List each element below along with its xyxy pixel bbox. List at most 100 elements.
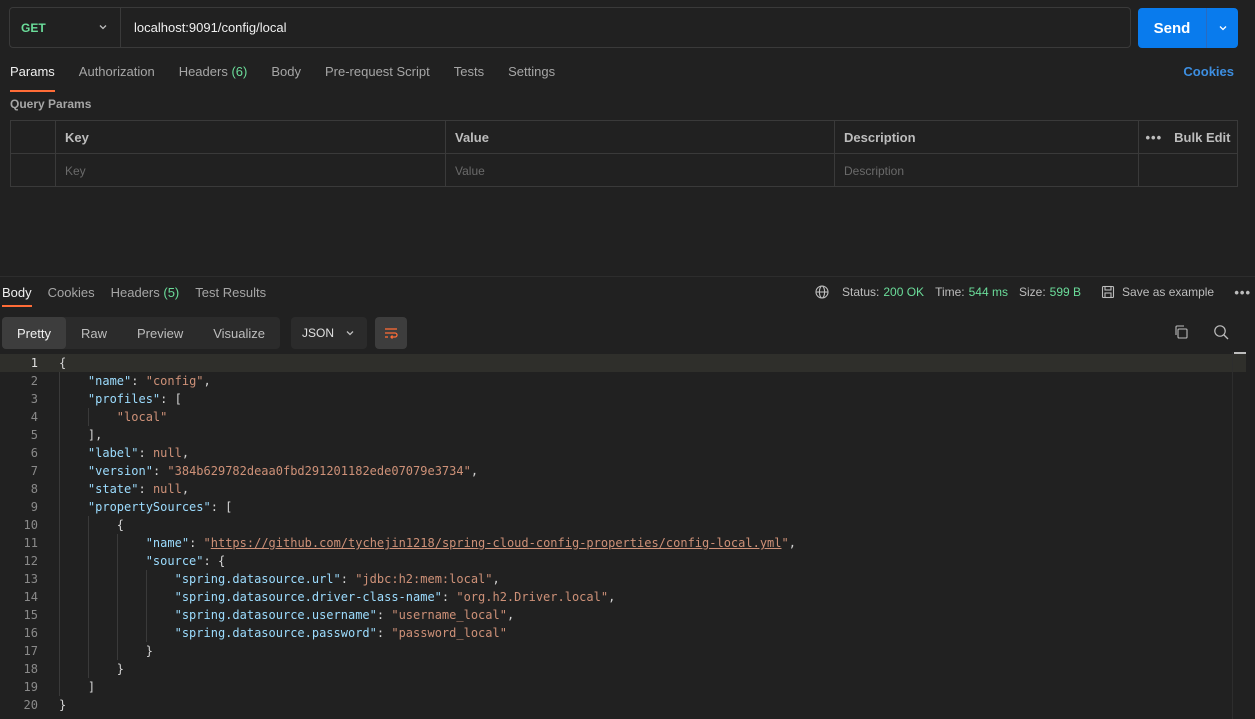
format-select[interactable]: JSON — [291, 317, 367, 349]
code-text: "version": "384b629782deaa0fbd291201182e… — [87, 464, 479, 478]
method-select[interactable]: GET — [10, 8, 121, 47]
tab-body[interactable]: Body — [271, 64, 301, 86]
code-line: 19 ] — [0, 678, 1246, 696]
tab-tests[interactable]: Tests — [454, 64, 484, 86]
chevron-down-icon — [345, 328, 355, 338]
globe-icon[interactable] — [815, 285, 829, 299]
line-number: 14 — [23, 590, 38, 604]
code-line: 1{ — [0, 354, 1246, 372]
code-line: 17 } — [0, 642, 1246, 660]
tab-visualize[interactable]: Visualize — [198, 317, 280, 349]
value-input[interactable]: Value — [446, 154, 835, 187]
method-label: GET — [21, 20, 46, 35]
line-number: 8 — [30, 482, 38, 496]
tab-pre-request-script[interactable]: Pre-request Script — [325, 64, 430, 86]
indent-guide — [59, 372, 60, 696]
code-line: 12 "source": { — [0, 552, 1246, 570]
save-as-example-button[interactable]: Save as example — [1122, 285, 1214, 299]
code-line: 8 "state": null, — [0, 480, 1246, 498]
url-link[interactable]: https://github.com/tychejin1218/spring-c… — [211, 536, 782, 550]
key-column-header: Key — [56, 121, 446, 153]
code-line: 5 ], — [0, 426, 1246, 444]
tab-response-body[interactable]: Body — [2, 285, 32, 307]
tab-preview[interactable]: Preview — [122, 317, 198, 349]
editor-scrollbar-track — [1232, 352, 1233, 719]
search-icon[interactable] — [1213, 324, 1229, 340]
indent-guide — [117, 534, 118, 660]
line-number: 6 — [30, 446, 38, 460]
format-tabs: Pretty Raw Preview Visualize — [2, 317, 281, 349]
code-line: 15 "spring.datasource.username": "userna… — [0, 606, 1246, 624]
line-number: 18 — [23, 662, 38, 676]
code-text: "state": null, — [87, 482, 190, 496]
code-line: 2 "name": "config", — [0, 372, 1246, 390]
response-tabs: Body Cookies Headers (5) Test Results — [2, 285, 282, 307]
response-more-icon[interactable]: ••• — [1234, 285, 1251, 300]
line-number: 17 — [23, 644, 38, 658]
line-number: 2 — [30, 374, 38, 388]
empty-cell — [1139, 154, 1237, 187]
tab-pretty[interactable]: Pretty — [2, 317, 66, 349]
code-text: "name": "config", — [87, 374, 211, 388]
code-text: "spring.datasource.password": "password_… — [174, 626, 507, 640]
indent-guide — [88, 516, 89, 678]
code-text: ] — [59, 680, 96, 694]
line-number: 13 — [23, 572, 38, 586]
format-select-value: JSON — [302, 326, 335, 340]
line-number: 4 — [30, 410, 38, 424]
line-number: 3 — [30, 392, 38, 406]
more-options-icon[interactable]: ••• — [1146, 130, 1163, 145]
status-value[interactable]: 200 OK — [883, 285, 924, 299]
code-text: "local" — [116, 410, 168, 424]
query-params-table: Key Value Description ••• Bulk Edit Key … — [10, 120, 1238, 187]
save-icon — [1101, 285, 1115, 299]
copy-icon[interactable] — [1173, 324, 1189, 340]
code-text: } — [59, 644, 153, 658]
description-input[interactable]: Description — [835, 154, 1139, 187]
tab-response-cookies[interactable]: Cookies — [48, 285, 95, 300]
tab-response-headers[interactable]: Headers (5) — [111, 285, 180, 300]
code-text: "spring.datasource.driver-class-name": "… — [174, 590, 616, 604]
tab-params[interactable]: Params — [10, 64, 55, 92]
code-line: 11 "name": "https://github.com/tychejin1… — [0, 534, 1246, 552]
tab-headers[interactable]: Headers (6) — [179, 64, 248, 86]
line-number: 15 — [23, 608, 38, 622]
code-text: } — [59, 698, 67, 712]
size-value[interactable]: 599 B — [1050, 285, 1081, 299]
code-text: "propertySources": [ — [87, 500, 233, 514]
cookies-link[interactable]: Cookies — [1183, 64, 1234, 79]
key-input[interactable]: Key — [56, 154, 446, 187]
value-column-header: Value — [446, 121, 835, 153]
code-text: "name": "https://github.com/tychejin1218… — [145, 536, 796, 550]
tab-test-results[interactable]: Test Results — [195, 285, 266, 300]
chevron-down-icon — [98, 22, 108, 32]
code-line: 9 "propertySources": [ — [0, 498, 1246, 516]
time-label: Time: — [935, 285, 965, 299]
send-options-chevron-icon[interactable] — [1207, 23, 1238, 33]
line-number: 5 — [30, 428, 38, 442]
request-tabs: Params Authorization Headers (6) Body Pr… — [10, 64, 579, 92]
code-text: { — [59, 356, 67, 370]
query-params-title: Query Params — [10, 97, 92, 111]
code-line: 6 "label": null, — [0, 444, 1246, 462]
send-button[interactable]: Send — [1138, 8, 1238, 48]
code-line: 16 "spring.datasource.password": "passwo… — [0, 624, 1246, 642]
response-body-editor[interactable]: 1{2 "name": "config", 3 "profiles": [4 "l… — [0, 352, 1255, 719]
code-text: ], — [59, 428, 103, 442]
indent-guide — [88, 408, 89, 426]
code-text: "spring.datasource.username": "username_… — [174, 608, 515, 622]
tab-authorization[interactable]: Authorization — [79, 64, 155, 86]
line-number: 11 — [23, 536, 38, 550]
editor-scrollbar[interactable] — [1234, 352, 1246, 354]
code-line: 3 "profiles": [ — [0, 390, 1246, 408]
code-line: 20} — [0, 696, 1246, 714]
response-headers-count: (5) — [163, 285, 180, 300]
size-label: Size: — [1018, 285, 1046, 299]
code-text: "profiles": [ — [87, 392, 182, 406]
tab-raw[interactable]: Raw — [66, 317, 122, 349]
time-value[interactable]: 544 ms — [969, 285, 1008, 299]
bulk-edit-button[interactable]: Bulk Edit — [1174, 130, 1230, 145]
url-input[interactable] — [121, 8, 1130, 47]
wrap-lines-button[interactable] — [375, 317, 407, 349]
tab-settings[interactable]: Settings — [508, 64, 555, 86]
